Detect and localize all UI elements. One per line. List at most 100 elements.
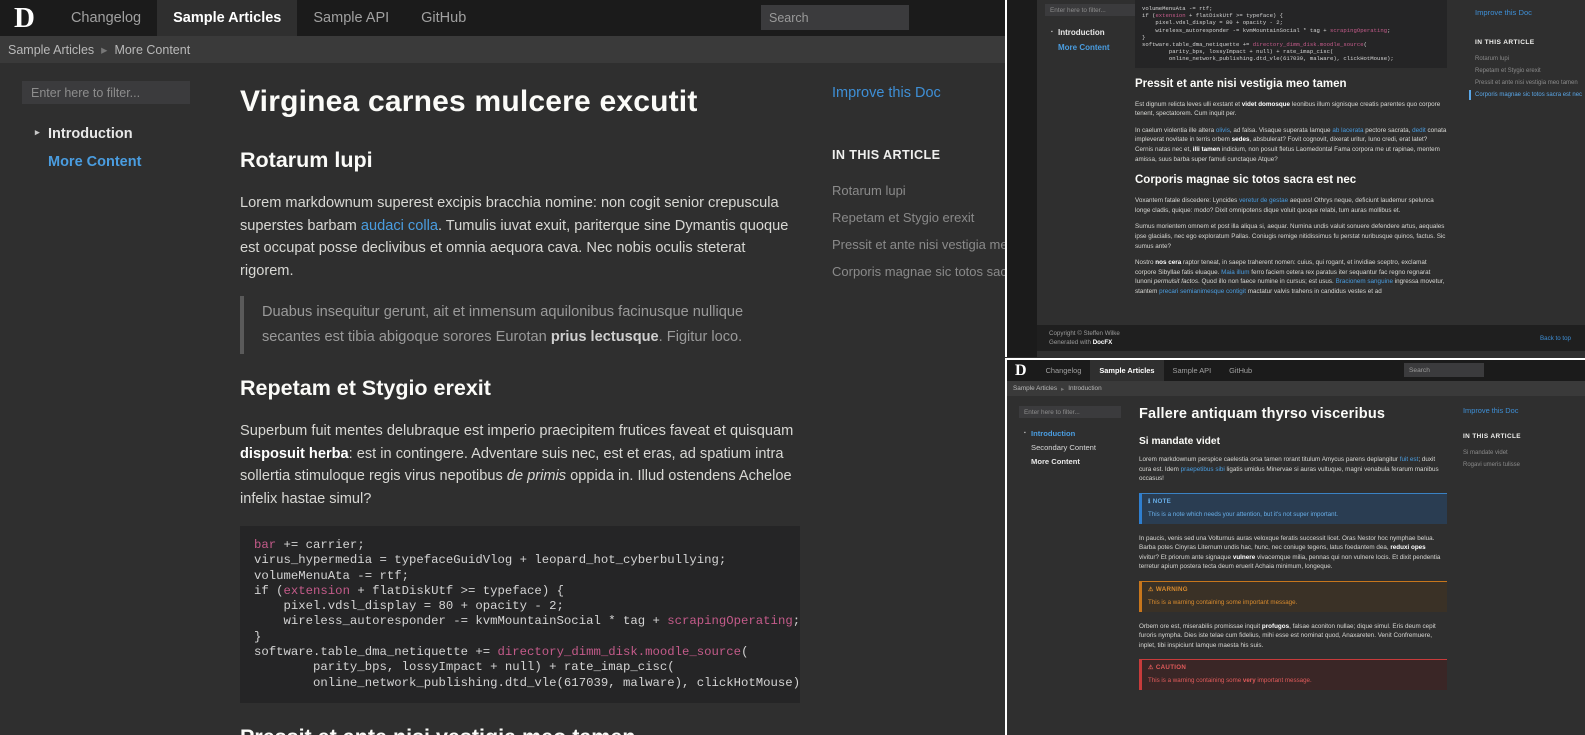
sidebar-item-introduction[interactable]: ▪ Introduction (1019, 426, 1135, 440)
sidebar-item-label: Introduction (48, 126, 133, 142)
heading-repetam-et-stygio-erexit: Repetam et Stygio erexit (240, 376, 491, 400)
paragraph-2: In paucis, venis sed una Volturnus auras… (1139, 534, 1447, 572)
sidebar-toc: ▪ Introduction Secondary Content More Con… (1019, 426, 1135, 468)
nav-item-github[interactable]: GitHub (1220, 360, 1261, 381)
text: . Figitur loco. (658, 329, 743, 345)
paragraph-2: In caelum violentia ille altera olivis, … (1135, 126, 1447, 164)
in-this-article-label: IN THIS ARTICLE (1475, 39, 1535, 46)
site-logo[interactable]: D (1015, 362, 1027, 379)
inline-link[interactable]: Maia illum (1221, 269, 1249, 276)
search-input[interactable] (761, 5, 909, 30)
breadcrumb-separator-icon: ▸ (101, 43, 108, 57)
inline-link[interactable]: dedit (1412, 127, 1426, 134)
inline-link-audaci-colla[interactable]: audaci colla (361, 218, 438, 234)
nav-item-sample-api[interactable]: Sample API (1164, 360, 1221, 381)
navbar-items: Changelog Sample Articles Sample API Git… (1037, 360, 1262, 381)
heading-rotarum-lupi: Rotarum lupi (240, 148, 373, 172)
breadcrumb-root[interactable]: Sample Articles (8, 43, 94, 57)
in-this-article-label: IN THIS ARTICLE (832, 148, 941, 162)
article-toc-item[interactable]: Repetam et Stygio erexit (832, 204, 1020, 231)
inline-link[interactable]: precari semianimesque contigit (1159, 288, 1246, 295)
chevron-right-icon[interactable]: ▸ (35, 127, 40, 138)
text-bold: very (1242, 677, 1256, 684)
left-sidebar: ▸ Introduction More Content (0, 63, 230, 176)
code-block: volumeMenuAta -= rtf; if (extension + fl… (1135, 0, 1447, 68)
paragraph-1: Lorem markdownum perspice caelestia orsa… (1139, 455, 1447, 484)
warning-icon: ⚠ (1148, 585, 1154, 593)
text-italic: de primis (506, 468, 567, 484)
nav-item-sample-api[interactable]: Sample API (297, 0, 405, 36)
overlay-window-top[interactable]: ▪Introduction More Content volumeMenuAta… (1005, 0, 1585, 357)
paragraph-5: Nostro nos cera raptor teneat, in saepe … (1135, 258, 1447, 296)
overlay-bottom-content: D Changelog Sample Articles Sample API G… (1007, 360, 1585, 735)
improve-this-doc-link[interactable]: Improve this Doc (1463, 406, 1571, 415)
heading-pressit-et-ante: Pressit et ante nisi vestigia meo tamen (240, 725, 800, 735)
improve-this-doc-link[interactable]: Improve this Doc (1475, 8, 1585, 17)
overlay-top-content: ▪Introduction More Content volumeMenuAta… (1007, 0, 1585, 357)
alert-caution-text: This is a warning containing some very i… (1148, 676, 1441, 685)
right-sidebar: Improve this Doc IN THIS ARTICLE Rotarum… (820, 63, 1064, 285)
nav-item-changelog[interactable]: Changelog (55, 0, 157, 36)
toc-filter-input[interactable] (1019, 406, 1121, 418)
text-bold: vulnere (1232, 553, 1256, 561)
text: Orbem ore est, miserabilis promissae inq… (1139, 622, 1262, 630)
left-sidebar: ▪ Introduction Secondary Content More Con… (1007, 396, 1135, 468)
article-content: Fallere antiquam thyrso visceribus Si ma… (1135, 396, 1455, 700)
article-toc-item[interactable]: Corporis magnae sic totos sacra est nec (832, 258, 1064, 285)
article-toc-item[interactable]: Rotarum lupi (1475, 53, 1585, 65)
sidebar-item-label: Introduction (1058, 28, 1105, 37)
text: This is a warning containing some (1148, 677, 1243, 684)
screenshot-root: D Changelog Sample Articles Sample API G… (0, 0, 1585, 735)
paragraph-3: Orbem ore est, miserabilis promissae inq… (1139, 622, 1447, 651)
breadcrumb-root[interactable]: Sample Articles (1013, 385, 1057, 392)
article-toc-item[interactable]: Pressit et ante nisi vestigia meo tamen (1475, 77, 1585, 89)
text: CAUTION (1155, 664, 1187, 671)
inline-link[interactable]: praepetibus sibi (1181, 466, 1225, 473)
nav-item-sample-articles[interactable]: Sample Articles (1090, 360, 1164, 381)
text: NOTE (1152, 497, 1172, 505)
sidebar-item-more-content[interactable]: More Content (1019, 454, 1135, 468)
copyright-text: Copyright © Steffen Wilke (1049, 330, 1120, 337)
nav-item-sample-articles[interactable]: Sample Articles (157, 0, 298, 36)
sidebar-item-introduction[interactable]: ▸ Introduction (22, 120, 230, 148)
sidebar-item-label: Introduction (1031, 428, 1076, 438)
sidebar-item-more-content[interactable]: More Content (22, 148, 230, 176)
sidebar-toc: ▸ Introduction More Content (22, 120, 230, 176)
alert-warning: ⚠ WARNING This is a warning containing s… (1139, 580, 1447, 612)
article-toc-item[interactable]: Repetam et Stygio erexit (1475, 65, 1585, 77)
inline-link[interactable]: veretur de gestae (1239, 197, 1288, 204)
inline-link[interactable]: ab lacerata (1332, 127, 1363, 134)
sidebar-item-secondary-content[interactable]: Secondary Content (1019, 440, 1135, 454)
text: Est dignum relicta leves ulli exstant et (1135, 100, 1242, 108)
blockquote: Duabus insequitur gerunt, ait et inmensu… (240, 296, 800, 354)
breadcrumb-current[interactable]: Introduction (1068, 385, 1101, 392)
text-bold: prius lectusque (550, 329, 659, 345)
inline-link[interactable]: olivis (1216, 127, 1230, 134)
text: important message. (1255, 677, 1312, 684)
inline-link[interactable]: Bracionem sanguine (1336, 278, 1393, 285)
breadcrumb-current[interactable]: More Content (114, 43, 190, 57)
article-toc: Rotarum lupi Repetam et Stygio erexit Pr… (832, 177, 1064, 285)
paragraph-3: Voxantem fatale discedere: Lyncides vere… (1135, 196, 1447, 215)
site-logo[interactable]: D (14, 3, 35, 33)
text: Voxantem fatale discedere: Lyncides (1135, 197, 1240, 205)
text-bold: illi tamen (1192, 146, 1221, 153)
back-to-top-link[interactable]: Back to top (1540, 335, 1571, 342)
article-toc-item[interactable]: Si mandate videt (1463, 447, 1571, 459)
article-toc-item[interactable]: Rotarum lupi (832, 177, 1020, 204)
overlay-window-bottom[interactable]: D Changelog Sample Articles Sample API G… (1005, 358, 1585, 735)
footer-copyright: Copyright © Steffen Wilke Generated with… (1049, 329, 1120, 347)
article-toc-item[interactable]: Pressit et ante nisi vestigia meo tamen (832, 231, 1055, 258)
nav-item-github[interactable]: GitHub (405, 0, 482, 36)
nav-item-changelog[interactable]: Changelog (1037, 360, 1091, 381)
alert-caution: ⚠ CAUTION This is a warning containing s… (1139, 659, 1447, 690)
inline-link[interactable]: fuit est (1400, 456, 1419, 463)
text-bold: videt domosque (1241, 100, 1291, 108)
search-input[interactable] (1404, 363, 1484, 377)
alert-note-text: This is a note which needs your attentio… (1148, 510, 1339, 518)
toc-filter-input[interactable] (22, 81, 190, 104)
improve-this-doc-link[interactable]: Improve this Doc (832, 85, 1020, 101)
overlay-top-left-strip (1007, 0, 1037, 357)
article-toc-item[interactable]: Rogavi umeris tulisse (1463, 459, 1571, 471)
article-toc-item-active[interactable]: Corporis magnae sic totos sacra est nec (1469, 89, 1585, 101)
